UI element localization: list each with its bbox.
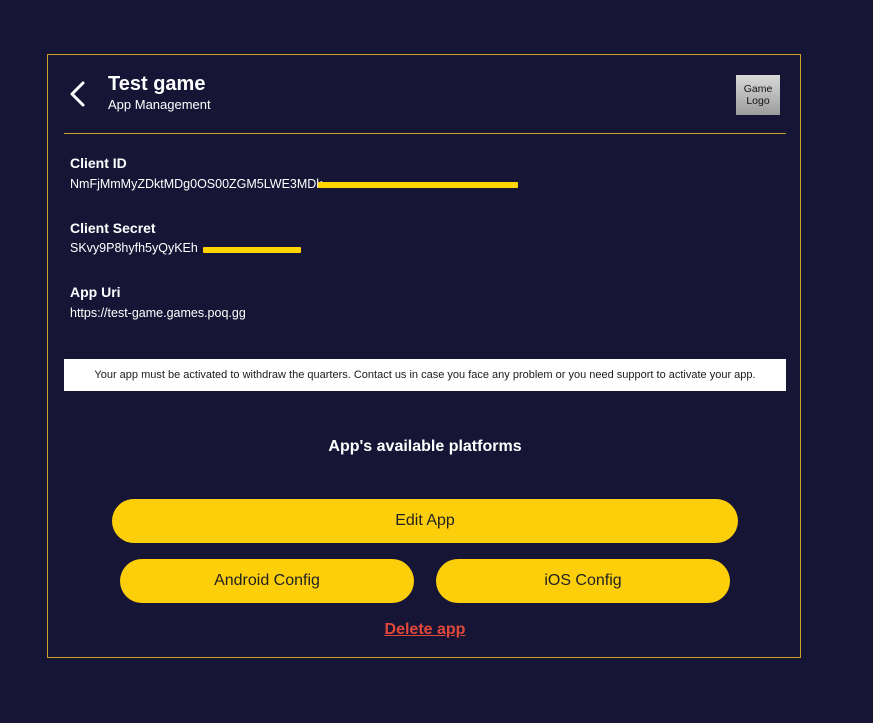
- client-secret-value: SKvy9P8hyfh5yQyKEh: [70, 241, 198, 255]
- back-button[interactable]: [64, 79, 94, 109]
- client-secret-label: Client Secret: [70, 220, 156, 236]
- chevron-left-icon: [70, 81, 85, 107]
- client-id-redaction: [318, 182, 518, 188]
- client-secret-redaction: [203, 247, 301, 253]
- game-logo-text: Game Logo: [743, 83, 773, 107]
- client-id-value: NmFjMmMyZDktMDg0OS00ZGM5LWE3MDk: [70, 177, 323, 191]
- edit-app-button[interactable]: Edit App: [112, 499, 738, 543]
- activation-notice: Your app must be activated to withdraw t…: [64, 359, 786, 391]
- app-uri-value: https://test-game.games.poq.gg: [70, 306, 246, 320]
- ios-config-label: iOS Config: [544, 572, 622, 589]
- ios-config-button[interactable]: iOS Config: [436, 559, 730, 603]
- platforms-title: App's available platforms: [328, 438, 522, 455]
- app-uri-label: App Uri: [70, 284, 121, 300]
- delete-app-link[interactable]: Delete app: [48, 621, 802, 639]
- header: Test game App Management Game Logo: [64, 69, 786, 133]
- client-id-label: Client ID: [70, 155, 127, 171]
- app-management-card: Test game App Management Game Logo Clien…: [47, 54, 801, 658]
- page-title: Test game: [108, 73, 206, 95]
- android-config-button[interactable]: Android Config: [120, 559, 414, 603]
- edit-app-label: Edit App: [395, 512, 455, 529]
- android-config-label: Android Config: [214, 572, 320, 589]
- game-logo: Game Logo: [736, 75, 780, 115]
- header-divider: [64, 133, 786, 134]
- page-subtitle: App Management: [108, 97, 211, 112]
